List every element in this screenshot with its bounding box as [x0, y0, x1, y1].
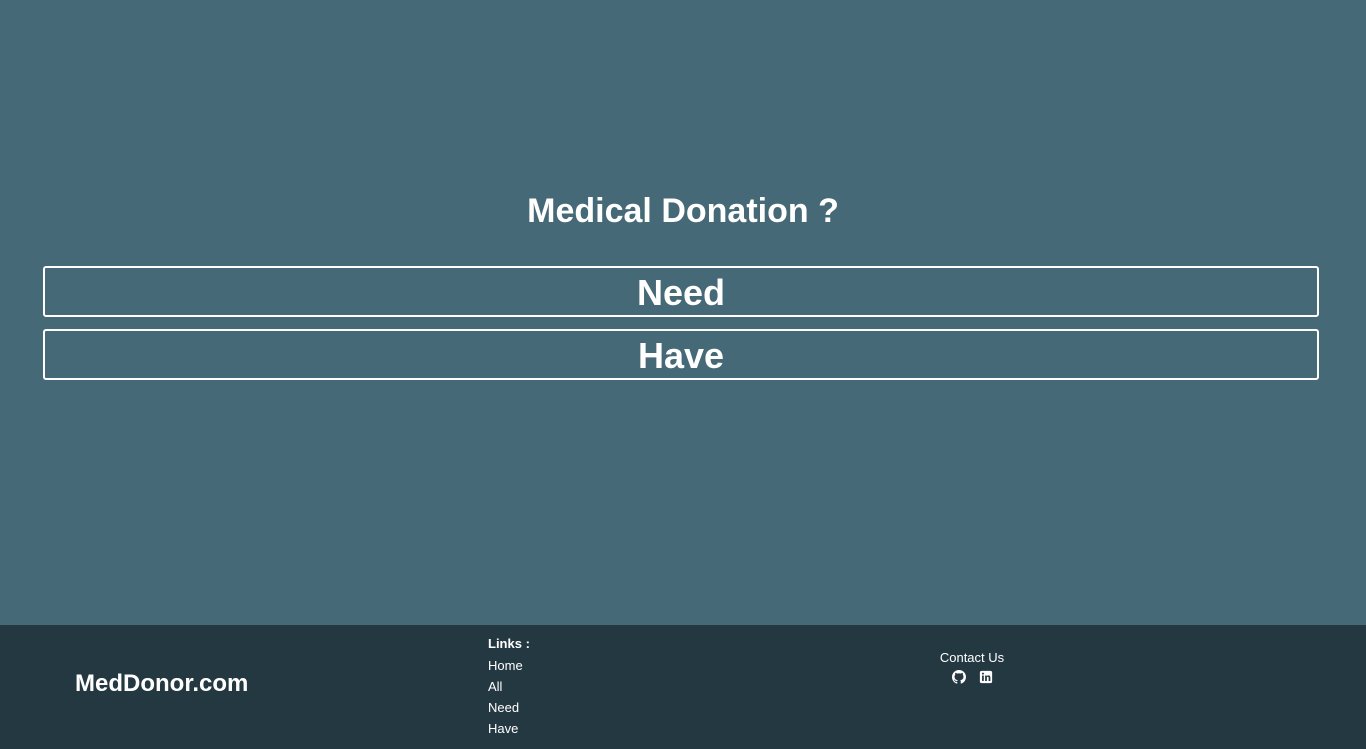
footer-link-have[interactable]: Have — [488, 718, 688, 739]
contact-section: Contact Us — [922, 648, 1022, 684]
need-button[interactable]: Need — [43, 266, 1319, 317]
footer-link-all[interactable]: All — [488, 676, 688, 697]
links-heading: Links : — [488, 636, 530, 651]
footer-link-home[interactable]: Home — [488, 655, 688, 676]
linkedin-icon[interactable] — [979, 670, 993, 684]
social-icons — [922, 670, 1022, 684]
main-section: Medical Donation ? Need Have — [0, 0, 1366, 625]
github-icon[interactable] — [951, 670, 966, 684]
have-button[interactable]: Have — [43, 329, 1319, 380]
footer-links: Links : Home All Need Have — [488, 634, 688, 739]
footer-brand: MedDonor.com — [75, 670, 249, 697]
page-title: Medical Donation ? — [527, 192, 839, 230]
footer-link-need[interactable]: Need — [488, 697, 688, 718]
contact-label: Contact Us — [939, 650, 1005, 665]
